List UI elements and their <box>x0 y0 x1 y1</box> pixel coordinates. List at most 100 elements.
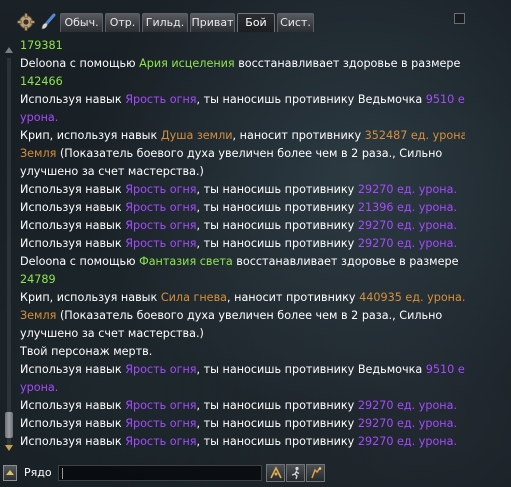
chat-segment: 29270 ед. урона. <box>357 183 458 196</box>
chat-line: Используя навык Ярость огня, ты наносишь… <box>20 199 465 217</box>
chat-segment: 352487 ед. урона. <box>364 129 465 142</box>
tab-system[interactable]: Сист. <box>277 13 314 32</box>
chat-segment: Ярость огня <box>125 219 197 232</box>
close-icon[interactable] <box>454 13 465 24</box>
chat-segment: , наносит противнику <box>232 129 365 142</box>
chat-segment: Используя навык <box>20 183 126 196</box>
chat-segment: , ты наносишь противнику <box>196 237 358 250</box>
chat-segment: Используя навык <box>20 219 126 232</box>
chat-line: Используя навык Ярость огня, ты наносишь… <box>20 433 465 451</box>
tab-guild[interactable]: Гильд. <box>142 13 188 32</box>
chat-segment: Земля <box>20 147 57 160</box>
tab-label: Гильд. <box>145 16 185 29</box>
tab-common[interactable]: Обыч. <box>60 13 103 32</box>
chat-segment: , ты наносишь противнику <box>196 399 358 412</box>
party-icon[interactable] <box>306 464 325 482</box>
chat-scrollbar[interactable] <box>3 42 15 454</box>
chat-segment: , ты наносишь противнику <box>196 219 358 232</box>
tab-label: Обыч. <box>64 16 99 29</box>
tab-label: Бой <box>245 16 267 29</box>
chat-segment: Фантазия света <box>139 255 233 268</box>
chat-line: Земля (Показатель боевого духа увеличен … <box>20 145 465 163</box>
chat-line: Используя навык Ярость огня, ты наносишь… <box>20 181 465 199</box>
chat-segment: Используя навык <box>20 417 126 430</box>
combat-log: 179381 Deloona с помощью Ария исцеления в… <box>20 37 465 455</box>
chevron-up-icon[interactable] <box>3 465 17 481</box>
chat-segment: , ты наносишь противнику <box>196 417 358 430</box>
chat-segment: , наносит противнику <box>227 291 360 304</box>
chat-line: Deloona с помощью Фантазия света восстан… <box>20 253 465 271</box>
chat-segment: Сила гнева <box>160 291 228 304</box>
chat-segment: 440935 ед. урона. <box>359 291 465 304</box>
chat-segment: Используя навык <box>20 93 126 106</box>
scroll-up-icon[interactable] <box>3 42 15 56</box>
chat-segment: (Показатель боевого духа увеличен более … <box>56 147 443 160</box>
tab-combat[interactable]: Бой <box>237 13 275 32</box>
chat-line: Крип, используя навык Душа земли, наноси… <box>20 127 465 145</box>
chat-segment: , ты наносишь противнику <box>196 183 358 196</box>
chat-segment: , ты наносишь противнику <box>196 201 358 214</box>
chat-line: Земля (Показатель боевого духа увеличен … <box>20 307 465 325</box>
tab-squad[interactable]: Отр. <box>105 13 140 32</box>
chat-line: улучшено за счет мастерства.) <box>20 163 465 181</box>
chat-line: Используя навык Ярость огня, ты наносишь… <box>20 361 465 379</box>
chat-segment: Ярость огня <box>125 363 197 376</box>
chat-input-bar: Рядо <box>0 462 511 484</box>
brush-icon[interactable] <box>38 12 58 32</box>
chat-segment: 29270 ед. урона. <box>357 435 458 448</box>
chat-segment: Deloona с помощью <box>20 57 140 70</box>
chat-line: 24789 <box>20 271 465 289</box>
chat-line: Крип, используя навык Сила гнева, наноси… <box>20 289 465 307</box>
channel-label[interactable]: Рядо <box>24 465 52 481</box>
chat-segment: Твой персонаж мертв. <box>20 345 153 358</box>
chat-line: 142466 <box>20 73 465 91</box>
chat-line: Deloona с помощью Ария исцеления восстан… <box>20 55 465 73</box>
chat-segment: Ярость огня <box>125 399 197 412</box>
chat-segment: Ярость огня <box>125 417 197 430</box>
chat-segment: 9510 ед. <box>425 363 465 376</box>
chat-segment: Ярость огня <box>125 93 197 106</box>
chat-tab-bar: Обыч. Отр. Гильд. Приват Бой Сист. <box>0 10 511 34</box>
chat-segment: , ты наносишь противнику Ведьмочка <box>196 93 426 106</box>
chat-segment: урона. <box>20 111 59 124</box>
chat-line: урона. <box>20 109 465 127</box>
chat-segment: урона. <box>20 381 59 394</box>
chat-line: улучшено за счет мастерства.) <box>20 325 465 343</box>
scroll-down-icon[interactable] <box>3 440 15 454</box>
tab-label: Приват <box>191 16 234 29</box>
chat-segment: Используя навык <box>20 399 126 412</box>
chat-segment: Душа земли <box>160 129 233 142</box>
chat-line: Используя навык Ярость огня, ты наносишь… <box>20 91 465 109</box>
emote-icon[interactable] <box>266 464 285 482</box>
chat-input[interactable] <box>58 465 262 481</box>
chat-segment: Используя навык <box>20 201 126 214</box>
chat-segment: 29270 ед. урона. <box>357 417 458 430</box>
chat-segment: восстанавливает здоровье в размере <box>232 255 459 268</box>
chat-segment: Ярость огня <box>125 183 197 196</box>
chat-segment: Deloona с помощью <box>20 255 140 268</box>
chat-segment: Ярость огня <box>125 237 197 250</box>
chat-segment: 29270 ед. урона. <box>357 237 458 250</box>
input-caret <box>62 468 63 479</box>
tab-label: Сист. <box>280 16 311 29</box>
scroll-thumb[interactable] <box>5 412 13 438</box>
scroll-track[interactable] <box>7 58 11 446</box>
running-figure-icon[interactable] <box>286 464 305 482</box>
chat-segment: , ты наносишь противнику Ведьмочка <box>196 363 426 376</box>
chat-segment: улучшено за счет мастерства.) <box>20 327 204 340</box>
chat-segment: Крип, используя навык <box>20 129 161 142</box>
chat-segment: 179381 <box>20 39 63 52</box>
chat-line: 179381 <box>20 37 465 55</box>
chat-segment: 29270 ед. урона. <box>357 219 458 232</box>
chat-segment: Ария исцеления <box>139 57 235 70</box>
chat-segment: Используя навык <box>20 435 126 448</box>
chat-segment: улучшено за счет мастерства.) <box>20 165 204 178</box>
tab-private[interactable]: Приват <box>190 13 235 32</box>
gear-icon[interactable] <box>16 12 36 32</box>
chat-segment: Крип, используя навык <box>20 291 161 304</box>
chat-segment: (Показатель боевого духа увеличен более … <box>56 309 443 322</box>
chat-segment: восстанавливает здоровье в размере <box>234 57 461 70</box>
chat-segment: , ты наносишь противнику <box>196 435 358 448</box>
chat-segment: 21396 ед. урона. <box>357 201 458 214</box>
chat-line: Используя навык Ярость огня, ты наносишь… <box>20 235 465 253</box>
